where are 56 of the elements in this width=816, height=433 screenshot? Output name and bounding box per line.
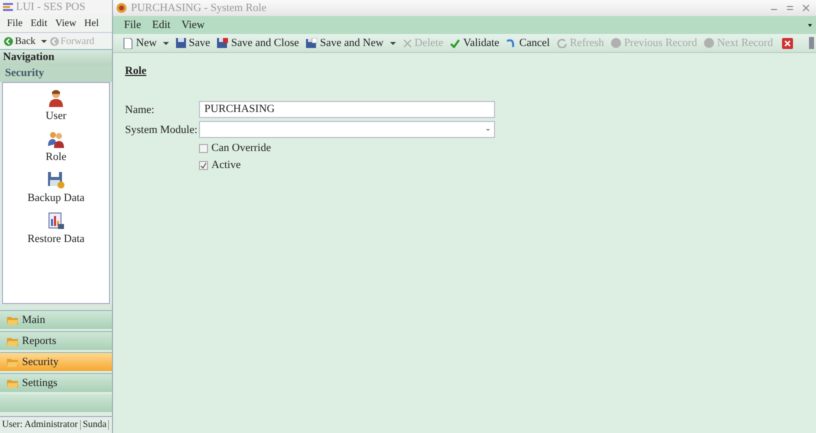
navigation-group-button[interactable]: Reports bbox=[0, 331, 112, 350]
navigation-group-button[interactable]: Main bbox=[0, 310, 112, 329]
menu-item[interactable]: File bbox=[123, 19, 142, 31]
close-icon[interactable] bbox=[782, 38, 793, 48]
navigation-item[interactable]: Backup Data bbox=[27, 171, 85, 204]
field-label: System Module: bbox=[125, 124, 198, 136]
app-icon bbox=[116, 3, 127, 13]
navigation-item[interactable]: User bbox=[46, 89, 66, 122]
cross-icon bbox=[402, 38, 412, 48]
menu-item[interactable]: File bbox=[6, 18, 24, 28]
person-icon bbox=[47, 89, 65, 107]
navigation-item[interactable]: Restore Data bbox=[27, 212, 85, 245]
menu-item[interactable]: Hel bbox=[83, 18, 100, 28]
checkbox-label: Can Override bbox=[211, 142, 271, 154]
checkbox[interactable] bbox=[199, 144, 208, 152]
toolbar-button[interactable]: New bbox=[121, 35, 171, 51]
toolbar-grip[interactable] bbox=[809, 37, 814, 49]
toolbar-button[interactable]: Cancel bbox=[504, 35, 552, 51]
maximize-icon[interactable] bbox=[786, 4, 794, 12]
field-label: Name: bbox=[125, 104, 156, 116]
folder-icon bbox=[7, 316, 18, 324]
close-icon[interactable] bbox=[802, 4, 810, 12]
navigation-header: Navigation bbox=[0, 49, 112, 65]
toolbar-button[interactable]: Save bbox=[174, 35, 212, 51]
menu-item[interactable]: View bbox=[54, 18, 78, 28]
window-title: LUI - SES POS bbox=[16, 1, 86, 13]
chart-document-icon bbox=[47, 212, 65, 230]
splitter-handle[interactable] bbox=[0, 304, 112, 310]
refresh-icon bbox=[556, 38, 567, 48]
status-text: User: Administrator bbox=[0, 420, 81, 430]
name-field[interactable]: PURCHASING bbox=[199, 101, 496, 118]
folder-icon bbox=[7, 358, 18, 366]
checkmark-icon bbox=[450, 38, 460, 48]
section-heading: Role bbox=[125, 65, 148, 77]
menu-item[interactable]: Edit bbox=[151, 19, 172, 31]
checkbox[interactable] bbox=[199, 160, 208, 170]
checkbox-label: Active bbox=[211, 159, 241, 171]
window-title: PURCHASING - System Role bbox=[131, 2, 266, 14]
toolbar-button[interactable]: Save and Close bbox=[215, 35, 301, 51]
folder-icon bbox=[7, 336, 18, 346]
menu-item[interactable]: Edit bbox=[30, 18, 48, 28]
toolbar-button[interactable]: Save and New bbox=[304, 35, 398, 51]
people-icon bbox=[47, 130, 65, 148]
page-icon bbox=[123, 38, 133, 48]
navigation-group-button[interactable]: Security bbox=[0, 352, 112, 371]
toolbar-button[interactable]: Validate bbox=[448, 35, 502, 51]
menu-item[interactable]: View bbox=[180, 19, 206, 31]
navigation-group-button[interactable]: Settings bbox=[0, 373, 112, 392]
app-icon bbox=[3, 3, 13, 11]
group-header: Security bbox=[0, 65, 112, 82]
navigation-item[interactable]: Role bbox=[46, 130, 66, 163]
status-text: Sunda bbox=[80, 420, 110, 430]
folder-icon bbox=[7, 378, 18, 388]
toolbar-button[interactable]: Back bbox=[3, 33, 48, 49]
dropdown-field[interactable] bbox=[199, 121, 496, 138]
caret-icon[interactable] bbox=[808, 24, 812, 26]
